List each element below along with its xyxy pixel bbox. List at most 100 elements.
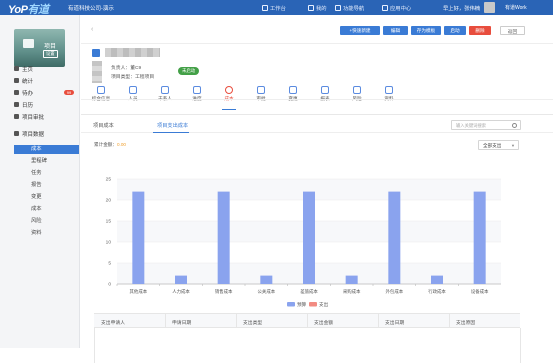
project-type-label: 项目类型：工程项目: [111, 75, 155, 80]
mine-icon: [308, 5, 314, 11]
x-tick-label: 采购成本: [343, 288, 361, 295]
legend-swatch: [309, 302, 317, 307]
expense-filter-select[interactable]: 全部支出 ▼: [478, 140, 519, 150]
subitem-cost[interactable]: 成本: [14, 145, 79, 154]
subitem-report[interactable]: 报告: [0, 181, 79, 190]
sidebar-item-home[interactable]: 主页: [22, 65, 33, 73]
start-button[interactable]: 启动: [444, 26, 466, 35]
x-tick-label: 行政成本: [428, 288, 446, 295]
nav-mine[interactable]: 我的: [308, 4, 327, 12]
subtab-expense-cost[interactable]: 项目支出成本: [157, 122, 188, 129]
workbench-icon: [262, 5, 268, 11]
todo-count-badge: 99: [64, 90, 74, 95]
bar-budget: [303, 191, 315, 284]
chevron-down-icon: ▼: [511, 143, 515, 148]
sidebar-item-todo[interactable]: 待办: [22, 89, 33, 97]
total-amount: 累计金额：0.00: [94, 142, 126, 147]
th-expense-date: 支出日期: [385, 321, 405, 326]
search-icon[interactable]: [512, 123, 517, 128]
cost-bar-chart: 0 5 10 15 20 25 其他成本 人力成本 销售成本 公关成本 差旅成本 采购成本 外包成本 行政…: [106, 177, 501, 308]
stats-icon: [14, 78, 19, 83]
sidebar-item-calendar[interactable]: 日历: [22, 101, 33, 109]
legend-label: 预算: [297, 301, 307, 308]
status-badge: 未启动: [178, 67, 200, 75]
progress-icon: [193, 86, 201, 94]
table-left-border: [94, 328, 95, 363]
nav-app-center[interactable]: 应用中心: [382, 4, 411, 12]
data-icon: [14, 131, 19, 136]
bar-budget: [388, 191, 401, 284]
subtab-divider: [81, 132, 553, 133]
info-icon: [97, 86, 105, 94]
edit-button[interactable]: 编辑: [383, 26, 408, 35]
th-apply-date: 申请日期: [172, 321, 192, 326]
table-col-sep: [307, 314, 308, 328]
risk-icon: [353, 86, 361, 94]
project-icon: [92, 49, 100, 57]
delete-button[interactable]: 删除: [469, 26, 491, 35]
table-col-sep: [165, 314, 166, 328]
project-cover[interactable]: 项目 设置: [14, 29, 65, 67]
legend-swatch: [287, 302, 295, 307]
subitem-docs[interactable]: 资料: [0, 229, 79, 238]
x-tick-label: 差旅成本: [300, 288, 318, 295]
x-tick-label: 人力成本: [172, 288, 190, 295]
subtab-project-cost[interactable]: 项目成本: [93, 122, 114, 129]
doc-icon: [385, 86, 393, 94]
return-button[interactable]: 返回: [500, 26, 525, 35]
project-title: 项目: [44, 44, 57, 50]
y-tick-label: 5: [108, 261, 111, 267]
save-template-button[interactable]: 存为模板: [411, 26, 441, 35]
bar-budget: [345, 275, 358, 284]
bar-budget: [217, 191, 230, 284]
divider: [81, 43, 553, 44]
workspace-switch[interactable]: 有道Work: [505, 4, 527, 11]
sidebar-item-project-data[interactable]: 项目数据: [22, 130, 44, 138]
total-value: 0.00: [116, 142, 126, 147]
table-col-sep: [378, 314, 379, 328]
report-icon: [321, 86, 329, 94]
x-tick-label: 其他成本: [130, 288, 148, 295]
user-greeting: 早上好，张伟楠: [443, 6, 481, 12]
subitem-risk[interactable]: 风险: [0, 217, 79, 226]
table-col-sep: [449, 314, 450, 328]
sidebar-item-approval[interactable]: 项目审批: [22, 113, 44, 121]
subitem-milestone[interactable]: 里程碑: [0, 157, 79, 166]
cost-icon: [225, 86, 233, 94]
search-input[interactable]: 输入关键词搜索: [451, 120, 521, 130]
sidebar-item-stats[interactable]: 统计: [22, 77, 33, 85]
y-tick-label: 0: [108, 282, 111, 288]
app-center-icon: [382, 5, 388, 11]
calendar-icon: [14, 102, 19, 107]
subitem-change[interactable]: 变更: [0, 193, 79, 202]
home-icon: [14, 66, 19, 71]
project-name-redacted: [105, 48, 160, 57]
subitem-task[interactable]: 任务: [0, 169, 79, 178]
sidebar: 项目 设置 主页 统计 待办 99 日历 项目审批 项目数据 成本 里程碑 任务…: [0, 15, 80, 348]
project-settings-badge[interactable]: 设置: [43, 50, 58, 58]
y-tick-label: 25: [106, 177, 112, 183]
nav-functions[interactable]: 功能导航: [335, 4, 364, 12]
company-name: 有道科技公司-演示: [68, 6, 114, 12]
subitem-cost-2[interactable]: 成本: [0, 205, 79, 214]
y-tick-label: 10: [106, 240, 112, 246]
x-tick-label: 销售成本: [215, 288, 233, 295]
x-tick-label: 外包成本: [386, 288, 404, 295]
bar-budget: [260, 275, 273, 284]
quick-create-button[interactable]: +快速新建: [340, 26, 380, 35]
back-chevron-icon[interactable]: ‹: [91, 26, 93, 33]
th-amount: 支出金额: [314, 321, 334, 326]
section-divider: [81, 114, 553, 115]
person-icon: [129, 86, 137, 94]
manager-label: 负责人：董C9: [111, 66, 142, 71]
y-tick-label: 15: [106, 219, 112, 225]
group-icon: [161, 86, 169, 94]
y-tick-label: 20: [106, 198, 112, 204]
avatar[interactable]: [484, 2, 495, 13]
nav-workbench[interactable]: 工作台: [262, 4, 286, 12]
approval-icon: [14, 114, 19, 119]
bar-budget: [175, 275, 187, 284]
bar-budget: [132, 191, 145, 284]
th-expense-type: 支出类型: [243, 321, 263, 326]
x-tick-label: 设备成本: [471, 288, 489, 295]
